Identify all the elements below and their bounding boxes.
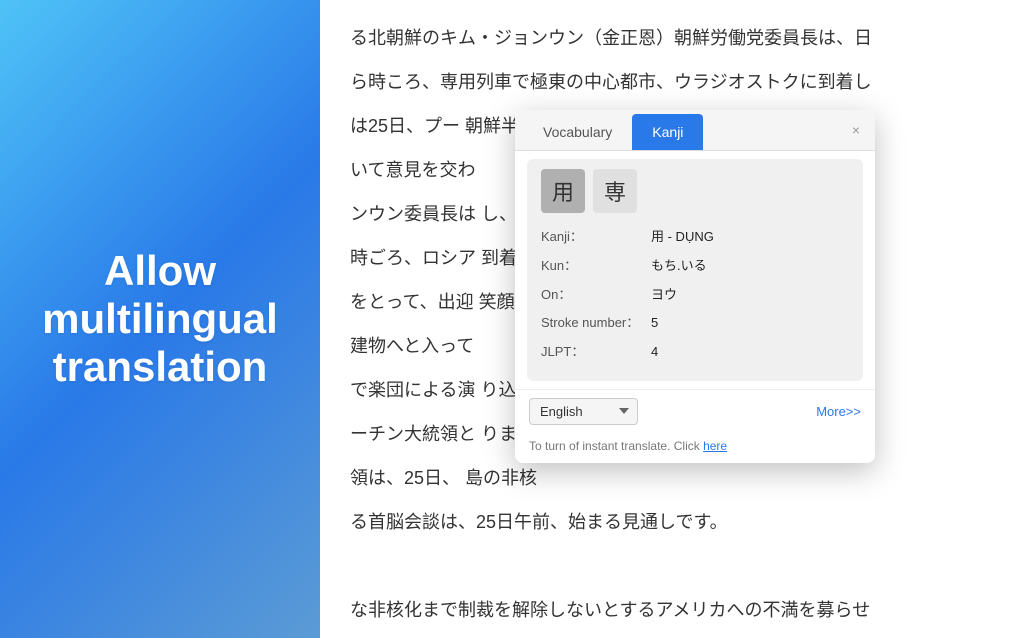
info-value-2: ヨウ [651, 285, 677, 306]
info-label-3: Stroke number： [541, 313, 651, 334]
info-value-3: 5 [651, 313, 658, 334]
close-button[interactable]: × [847, 121, 865, 139]
left-panel: Allow multilingual translation [0, 0, 320, 638]
info-row-3: Stroke number： 5 [541, 309, 849, 338]
jp-para-11: 領は、25日、 島の非核 [350, 460, 990, 496]
kanji-popup: Vocabulary Kanji × 用 専 Kanji： 用 - DỤNG K… [515, 110, 875, 463]
kanji-card-0[interactable]: 用 [541, 169, 585, 213]
tagline-text: Allow multilingual translation [20, 247, 300, 392]
info-value-4: 4 [651, 342, 658, 363]
jp-para-12: る首脳会談は、25日午前、始まる見通しです。 [350, 504, 990, 540]
tab-kanji[interactable]: Kanji [632, 114, 703, 150]
info-row-1: Kun： もち.いる [541, 252, 849, 281]
tab-vocabulary[interactable]: Vocabulary [523, 114, 632, 150]
info-label-0: Kanji： [541, 227, 651, 248]
language-select[interactable]: English Vietnamese Chinese Korean [529, 398, 638, 425]
kanji-display-area: 用 専 Kanji： 用 - DỤNG Kun： もち.いる On： ヨウ St… [527, 159, 863, 381]
info-value-1: もち.いる [651, 256, 707, 277]
info-label-4: JLPT： [541, 342, 651, 363]
info-label-1: Kun： [541, 256, 651, 277]
info-row-0: Kanji： 用 - DỤNG [541, 223, 849, 252]
kanji-card-list: 用 専 [541, 169, 849, 213]
info-value-0: 用 - DỤNG [651, 227, 714, 248]
footer-link[interactable]: here [703, 439, 727, 453]
kanji-info-table: Kanji： 用 - DỤNG Kun： もち.いる On： ヨウ Stroke… [541, 223, 849, 367]
more-link[interactable]: More>> [816, 404, 861, 419]
popup-bottom-bar: English Vietnamese Chinese Korean More>> [515, 389, 875, 433]
jp-para-13 [350, 548, 990, 584]
popup-footer: To turn of instant translate. Click here [515, 433, 875, 463]
popup-tab-bar: Vocabulary Kanji × [515, 110, 875, 151]
jp-para-1: る北朝鮮のキム・ジョンウン（金正恩）朝鮮労働党委員長は、日 [350, 20, 990, 56]
jp-para-2: ら時ころ、専用列車で極東の中心都市、ウラジオストクに到着し [350, 64, 990, 100]
kanji-card-1[interactable]: 専 [593, 169, 637, 213]
info-row-4: JLPT： 4 [541, 338, 849, 367]
info-row-2: On： ヨウ [541, 281, 849, 310]
jp-para-14: な非核化まで制裁を解除しないとするアメリカへの不満を募らせ [350, 592, 990, 628]
info-label-2: On： [541, 285, 651, 306]
footer-static-text: To turn of instant translate. Click [529, 439, 703, 453]
